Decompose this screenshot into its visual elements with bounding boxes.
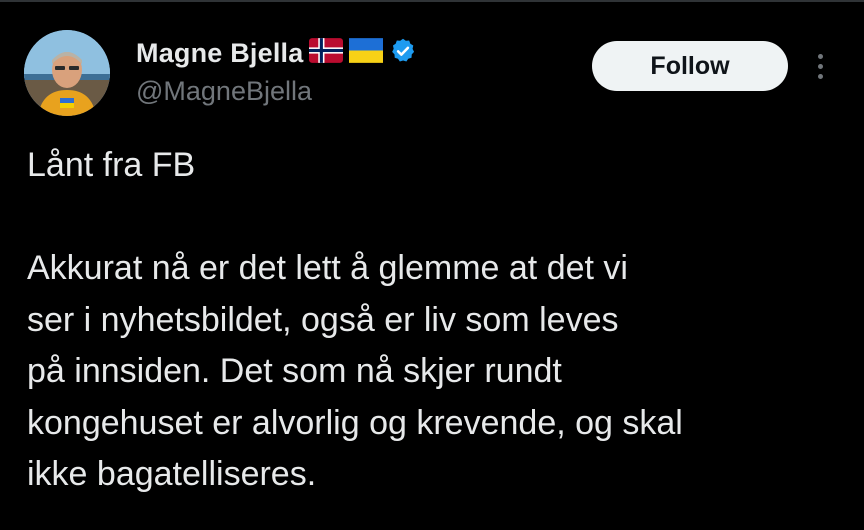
avatar[interactable] [24, 30, 110, 116]
more-vertical-icon[interactable] [808, 48, 832, 84]
more-dot [817, 73, 823, 79]
tweet-line: ikke bagatelliseres. [27, 455, 317, 493]
author-name-row: Magne Bjella [136, 35, 417, 71]
tweet-line: ser i nyhetsbildet, også er liv som leve… [27, 300, 619, 339]
tweet-line: kongehuset er alvorlig og krevende, og s… [27, 403, 683, 442]
tweet-line: Lånt fra FB [27, 146, 196, 184]
more-dot [817, 53, 823, 59]
follow-button[interactable]: Follow [592, 41, 788, 91]
display-name[interactable]: Magne Bjella [136, 38, 303, 69]
verified-badge-icon[interactable] [389, 37, 417, 70]
author-handle[interactable]: @MagneBjella [136, 76, 312, 107]
tweet-paragraph-break [27, 192, 847, 244]
tweet-line: Akkurat nå er det lett å glemme at det v… [27, 249, 628, 287]
more-dot [817, 63, 823, 69]
ukraine-flag-icon [349, 38, 384, 68]
norway-flag-icon [309, 38, 344, 68]
top-divider [0, 0, 864, 2]
tweet-text: Lånt fra FB Akkurat nå er det lett å gle… [27, 140, 847, 501]
tweet-line: på innsiden. Det som nå skjer rundt [27, 352, 562, 390]
